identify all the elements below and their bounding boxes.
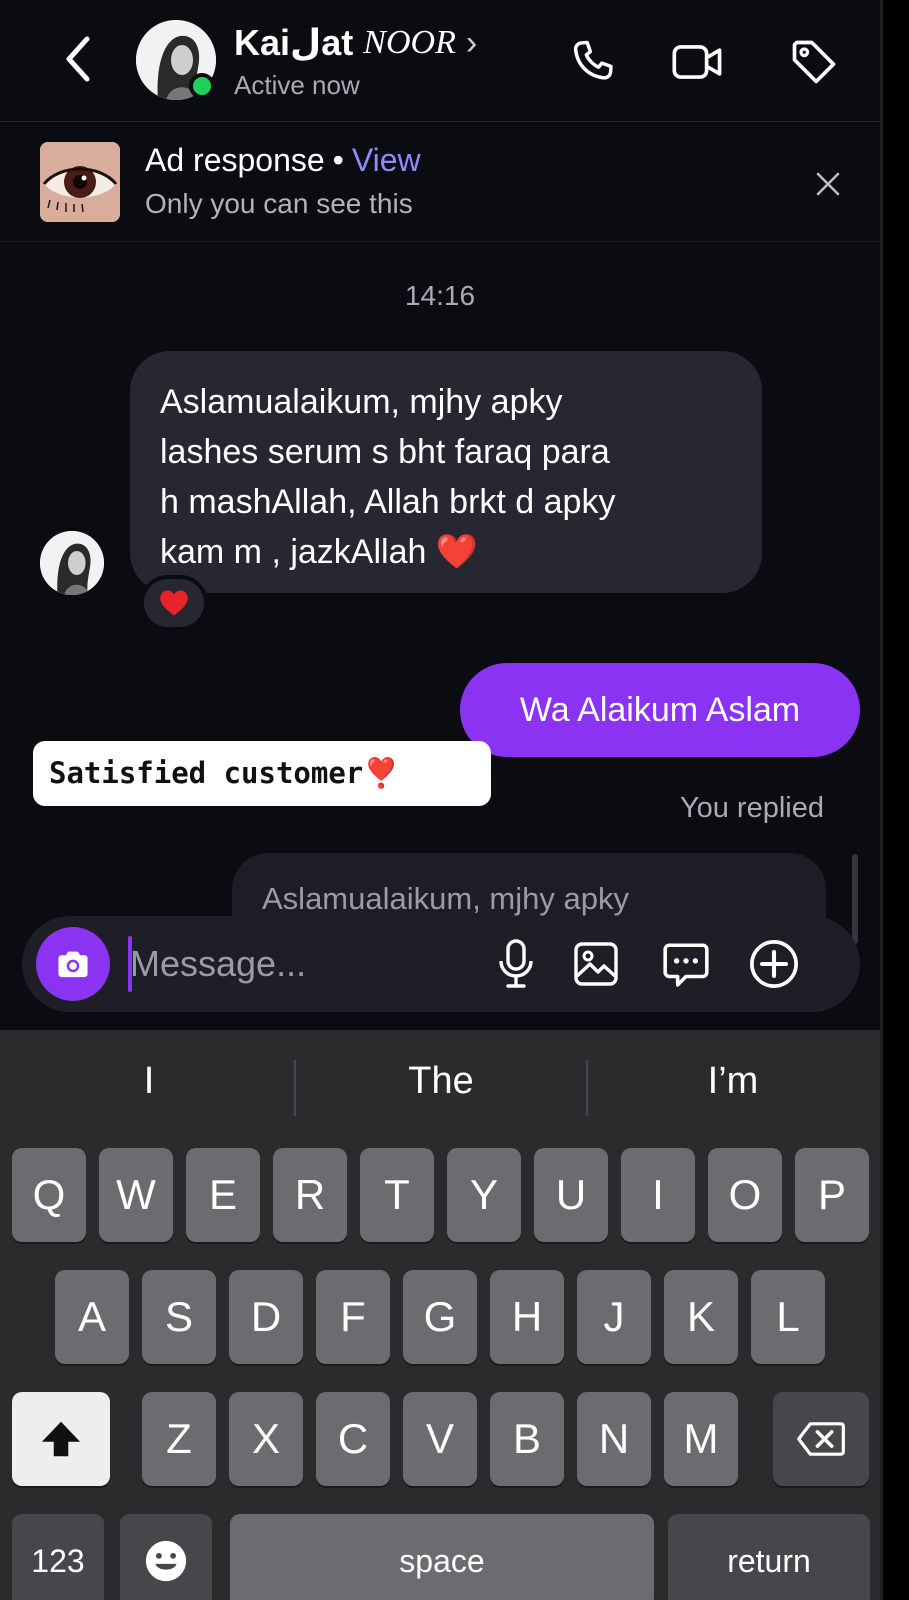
suggestion-3[interactable]: I’m [588, 1060, 878, 1103]
key-q[interactable]: Q [12, 1148, 86, 1242]
key-m[interactable]: M [664, 1392, 738, 1486]
tag-button[interactable] [786, 34, 842, 90]
screen-edge [880, 0, 909, 1600]
key-v[interactable]: V [403, 1392, 477, 1486]
back-button[interactable] [58, 34, 98, 84]
heart-icon [160, 590, 188, 616]
key-y[interactable]: Y [447, 1148, 521, 1242]
scrollbar[interactable] [852, 854, 858, 944]
key-b[interactable]: B [490, 1392, 564, 1486]
call-button[interactable] [565, 34, 621, 90]
gallery-icon [574, 942, 618, 986]
delete-key[interactable] [773, 1392, 869, 1486]
add-circle-icon [750, 940, 798, 988]
active-status: Active now [234, 70, 360, 100]
key-j[interactable]: J [577, 1270, 651, 1364]
key-r[interactable]: R [273, 1148, 347, 1242]
chat-header: Kaiلat NOOR › Active now [0, 0, 880, 122]
key-w[interactable]: W [99, 1148, 173, 1242]
predictive-suggestions: I The I’m [0, 1030, 880, 1130]
video-call-button[interactable] [670, 34, 726, 90]
phone-icon [573, 40, 613, 80]
key-z[interactable]: Z [142, 1392, 216, 1486]
sticker-chat-icon [663, 943, 709, 987]
view-ad-link[interactable]: View [352, 142, 421, 178]
sticker-button[interactable] [658, 936, 714, 992]
heart-reaction[interactable] [140, 575, 208, 631]
key-g[interactable]: G [403, 1270, 477, 1364]
incoming-message-bubble[interactable]: Aslamualaikum, mjhy apky lashes serum s … [130, 351, 762, 593]
emoji-key[interactable] [120, 1514, 212, 1600]
shift-icon [41, 1421, 81, 1457]
ad-visibility-note: Only you can see this [145, 188, 413, 219]
gallery-button[interactable] [568, 936, 624, 992]
chat-screen: Kaiلat NOOR › Active now Ad response • V… [0, 0, 880, 1600]
add-button[interactable] [746, 936, 802, 992]
chevron-right-icon: › [465, 23, 478, 62]
tag-icon [792, 40, 836, 84]
key-k[interactable]: K [664, 1270, 738, 1364]
dismiss-ad-button[interactable] [810, 166, 846, 202]
key-t[interactable]: T [360, 1148, 434, 1242]
key-d[interactable]: D [229, 1270, 303, 1364]
message-input[interactable] [130, 936, 470, 992]
key-c[interactable]: C [316, 1392, 390, 1486]
ad-response-title: Ad response • View [145, 142, 421, 179]
message-line: Aslamualaikum, mjhy apky [160, 383, 563, 421]
contact-name-main: Kaiلat [234, 22, 354, 63]
contact-name[interactable]: Kaiلat NOOR › [234, 22, 477, 64]
key-l[interactable]: L [751, 1270, 825, 1364]
ad-response-label: Ad response [145, 142, 325, 178]
key-o[interactable]: O [708, 1148, 782, 1242]
online-status-dot [189, 73, 215, 99]
key-e[interactable]: E [186, 1148, 260, 1242]
message-line: h mashAllah, Allah brkt d apky [160, 483, 616, 521]
microphone-icon [499, 939, 533, 988]
key-x[interactable]: X [229, 1392, 303, 1486]
key-u[interactable]: U [534, 1148, 608, 1242]
ad-response-banner: Ad response • View Only you can see this [0, 122, 880, 242]
key-a[interactable]: A [55, 1270, 129, 1364]
suggestion-1[interactable]: I [4, 1060, 294, 1103]
message-line: lashes serum s bht faraq para [160, 433, 610, 471]
chevron-left-icon [66, 36, 90, 82]
key-n[interactable]: N [577, 1392, 651, 1486]
suggestion-2[interactable]: The [296, 1060, 586, 1103]
key-h[interactable]: H [490, 1270, 564, 1364]
video-camera-icon [672, 45, 722, 79]
return-key[interactable]: return [668, 1514, 870, 1600]
emoji-icon [145, 1540, 187, 1582]
message-timestamp: 14:16 [404, 280, 476, 311]
space-key[interactable]: space [230, 1514, 654, 1600]
message-composer [22, 916, 860, 1012]
camera-icon [58, 951, 88, 978]
numbers-key[interactable]: 123 [12, 1514, 104, 1600]
you-replied-label: You replied [679, 792, 824, 824]
ad-thumbnail[interactable] [40, 142, 120, 222]
key-s[interactable]: S [142, 1270, 216, 1364]
voice-message-button[interactable] [488, 936, 544, 992]
camera-button[interactable] [36, 927, 110, 1001]
outgoing-message-bubble[interactable]: Wa Alaikum Aslam [460, 663, 860, 757]
close-icon [816, 172, 840, 196]
key-f[interactable]: F [316, 1270, 390, 1364]
backspace-icon [797, 1422, 845, 1456]
sender-avatar[interactable] [40, 531, 104, 595]
key-i[interactable]: I [621, 1148, 695, 1242]
separator-dot: • [332, 142, 344, 178]
edge-strip [880, 0, 883, 1600]
key-p[interactable]: P [795, 1148, 869, 1242]
shift-key[interactable] [12, 1392, 110, 1486]
message-line: kam m , jazkAllah ❤️ [160, 533, 479, 571]
keyboard: I The I’m Q W E R T Y U I O P A S D F G … [0, 1030, 880, 1600]
contact-name-sub: NOOR [363, 24, 456, 61]
